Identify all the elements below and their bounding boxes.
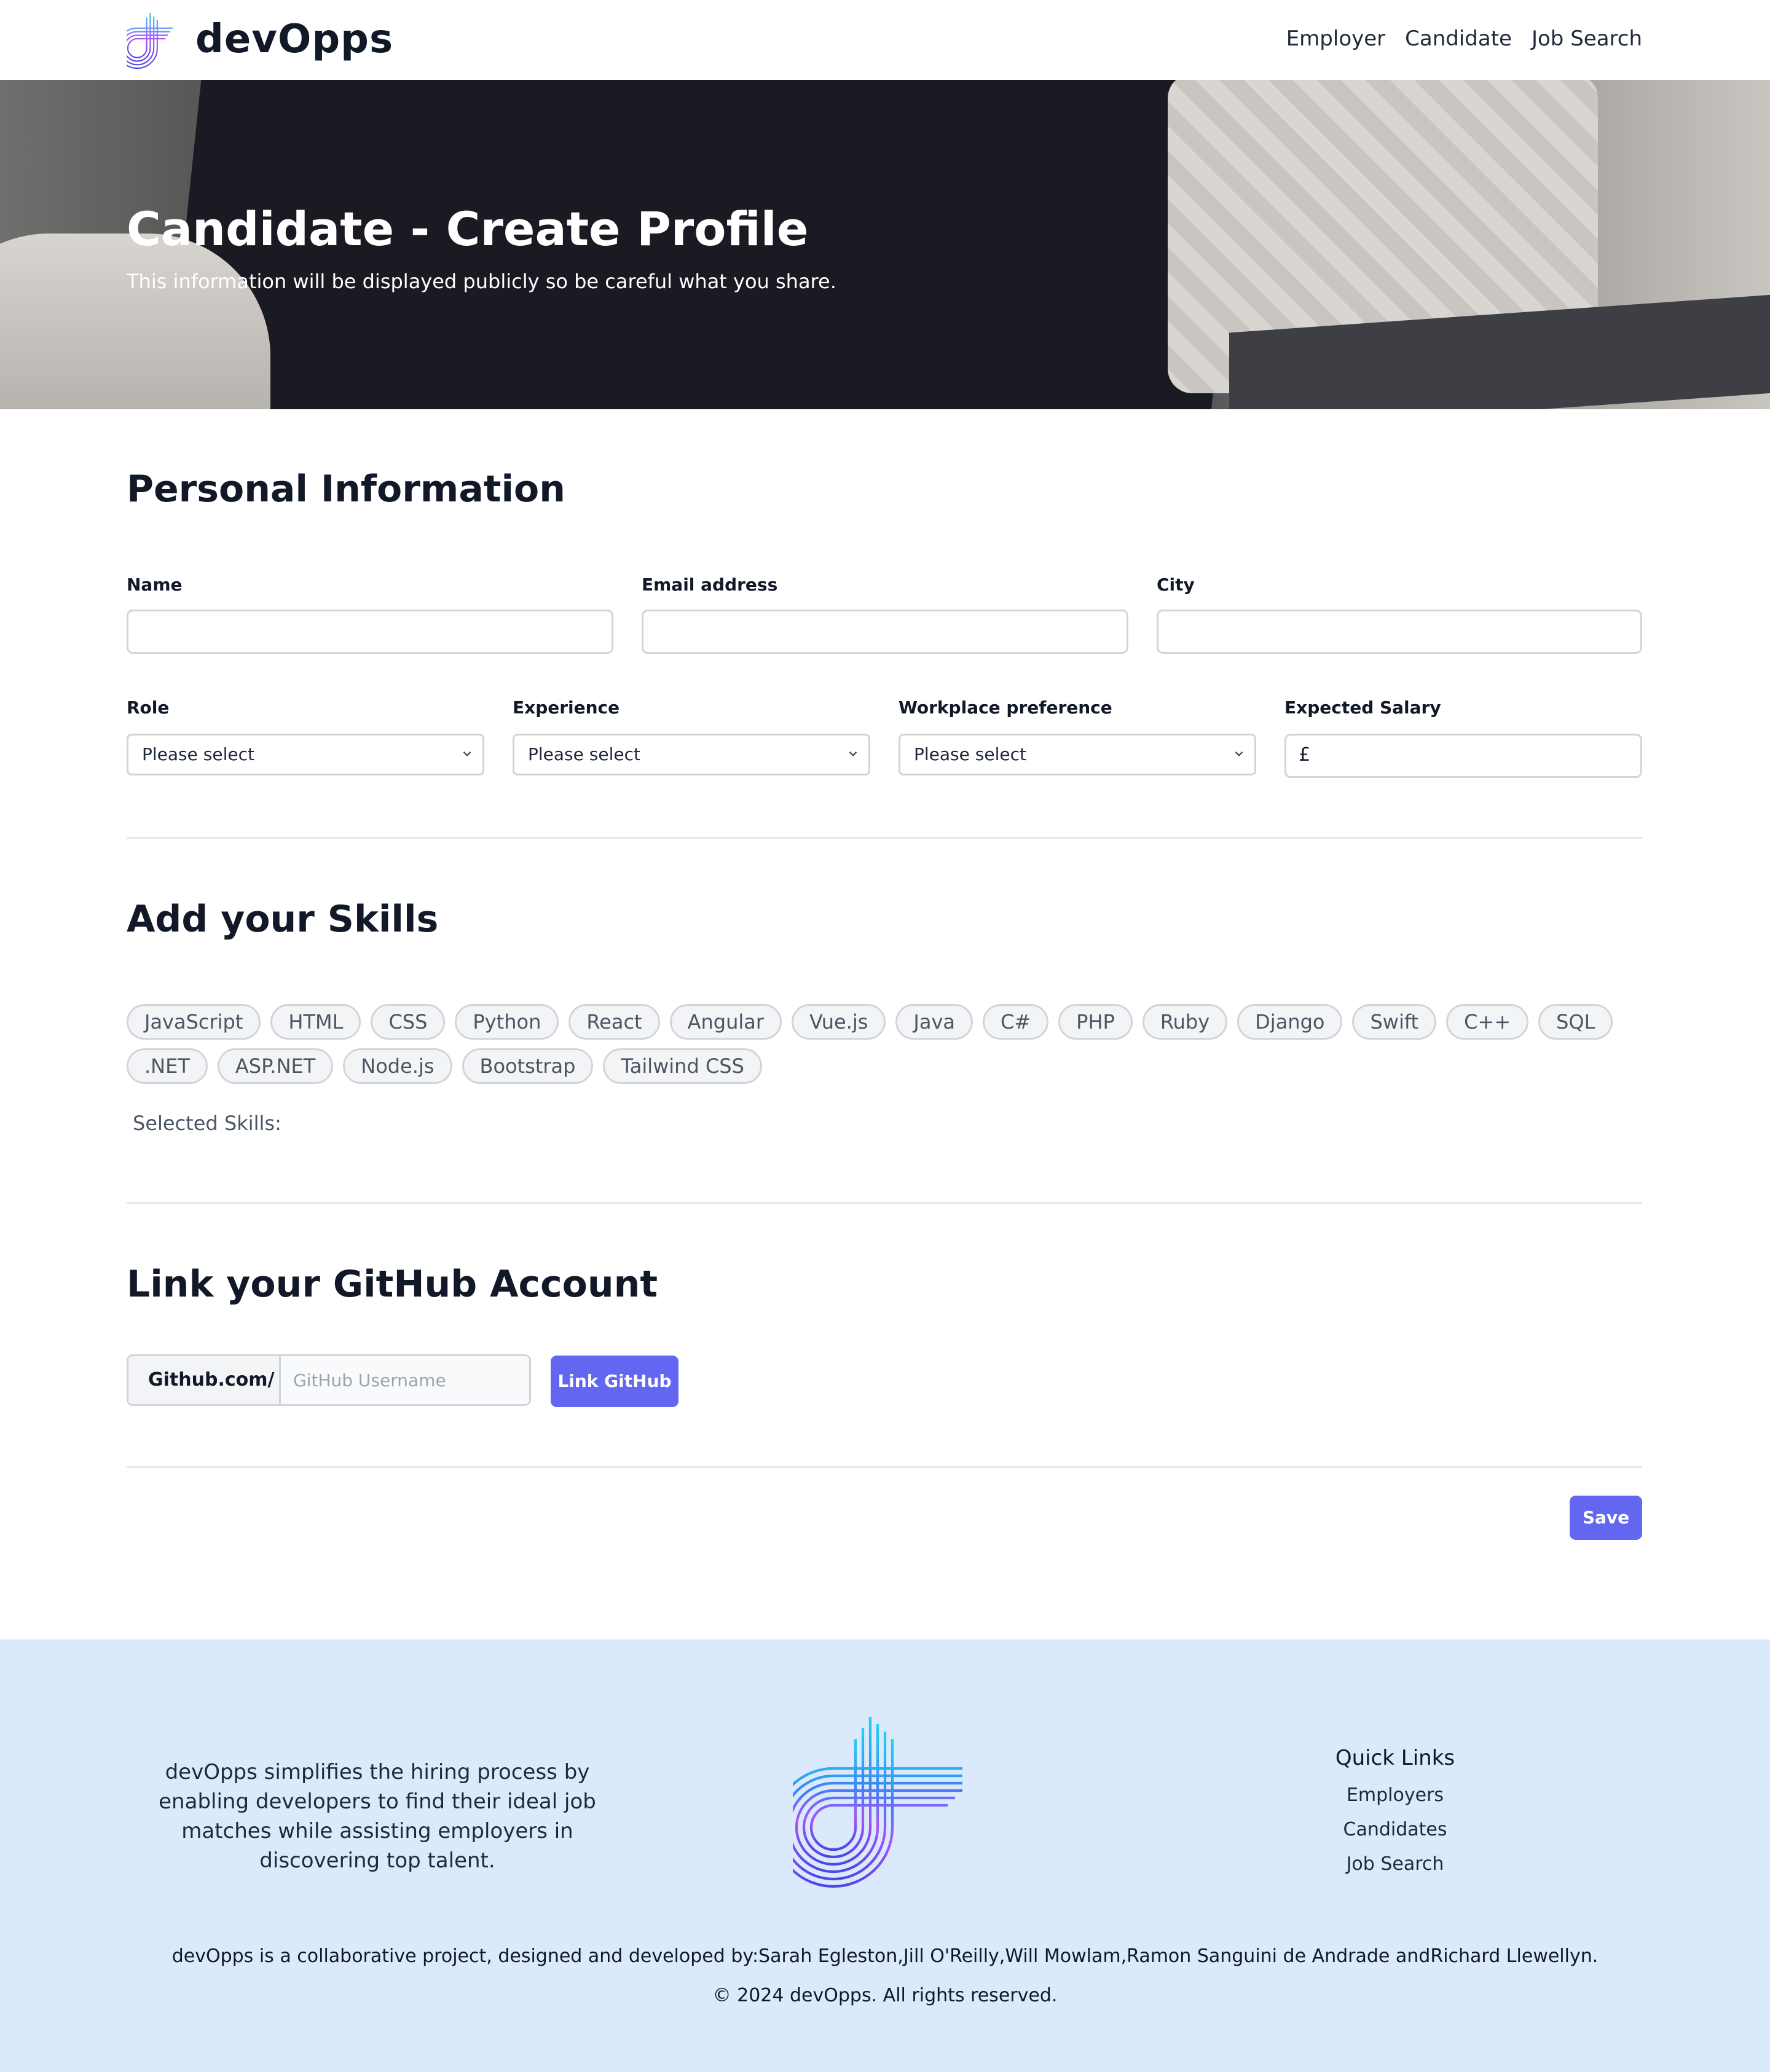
quick-links-title: Quick Links	[1335, 1746, 1455, 1770]
footer-credits: devOpps is a collaborative project, desi…	[171, 1945, 1599, 1967]
site-footer: devOpps simplifies the hiring process by…	[0, 1639, 1770, 2072]
currency-prefix: £	[1299, 744, 1311, 766]
salary-field[interactable]: £	[1284, 734, 1642, 778]
experience-label: Experience	[513, 697, 620, 718]
skill-chip[interactable]: Angular	[669, 1004, 782, 1040]
footer-link-employers[interactable]: Employers	[1291, 1778, 1500, 1813]
page-subtitle: This information will be displayed publi…	[127, 270, 836, 293]
selected-skills-label: Selected Skills:	[133, 1112, 281, 1135]
skill-chip[interactable]: ASP.NET	[217, 1048, 334, 1084]
skill-chip[interactable]: PHP	[1058, 1004, 1133, 1040]
experience-select-value: Please select	[528, 744, 640, 764]
experience-select[interactable]: Please select	[513, 734, 870, 775]
chevron-down-icon	[849, 751, 857, 756]
skill-chip[interactable]: C#	[983, 1004, 1049, 1040]
save-button[interactable]: Save	[1570, 1496, 1642, 1540]
workplace-label: Workplace preference	[899, 697, 1112, 718]
footer-link-candidates[interactable]: Candidates	[1291, 1813, 1500, 1847]
section-divider	[127, 1202, 1642, 1204]
chevron-down-icon	[1235, 751, 1243, 756]
skill-chip[interactable]: JavaScript	[127, 1004, 261, 1040]
name-field[interactable]	[127, 610, 613, 654]
nav-candidate[interactable]: Candidate	[1405, 23, 1512, 54]
skill-chip[interactable]: HTML	[270, 1004, 361, 1040]
github-username-input[interactable]	[281, 1356, 529, 1404]
skill-chip[interactable]: Python	[455, 1004, 559, 1040]
skill-chip[interactable]: Tailwind CSS	[603, 1048, 762, 1084]
role-select[interactable]: Please select	[127, 734, 484, 775]
role-label: Role	[127, 697, 170, 718]
chevron-down-icon	[463, 751, 471, 756]
role-select-value: Please select	[142, 744, 254, 764]
salary-label: Expected Salary	[1284, 697, 1441, 718]
brand-name[interactable]: devOpps	[195, 15, 393, 64]
workplace-select-value: Please select	[914, 744, 1026, 764]
skill-chip[interactable]: Node.js	[343, 1048, 452, 1084]
brand-logo-icon[interactable]	[127, 10, 186, 70]
nav-employer[interactable]: Employer	[1286, 23, 1385, 54]
skills-heading: Add your Skills	[127, 898, 439, 941]
link-github-button[interactable]: Link GitHub	[551, 1356, 678, 1407]
skill-chip[interactable]: Bootstrap	[462, 1048, 594, 1084]
name-label: Name	[127, 575, 183, 595]
skill-chip[interactable]: C++	[1446, 1004, 1529, 1040]
hero-banner: Candidate - Create Profile This informat…	[0, 80, 1770, 409]
github-prefix: Github.com/	[128, 1356, 281, 1404]
skill-chip[interactable]: Swift	[1352, 1004, 1437, 1040]
email-field[interactable]	[642, 610, 1128, 654]
skill-chip[interactable]: Java	[895, 1004, 974, 1040]
skills-list: JavaScript HTML CSS Python React Angular…	[127, 1004, 1642, 1084]
nav-job-search[interactable]: Job Search	[1532, 23, 1642, 54]
skill-chip[interactable]: .NET	[127, 1048, 208, 1084]
page-title: Candidate - Create Profile	[127, 202, 809, 256]
skill-chip[interactable]: CSS	[371, 1004, 446, 1040]
quick-links: Quick Links Employers Candidates Job Sea…	[1291, 1743, 1500, 1882]
brand-logo-icon	[793, 1717, 962, 1888]
skill-chip[interactable]: Ruby	[1142, 1004, 1228, 1040]
email-label: Email address	[642, 575, 778, 595]
site-header: devOpps Employer Candidate Job Search	[0, 0, 1770, 80]
city-field[interactable]	[1157, 610, 1642, 654]
footer-copyright: © 2024 devOpps. All rights reserved.	[712, 1985, 1058, 2006]
main-nav: Employer Candidate Job Search	[1286, 23, 1642, 54]
github-heading: Link your GitHub Account	[127, 1263, 658, 1306]
skill-chip[interactable]: Vue.js	[792, 1004, 886, 1040]
footer-about-text: devOpps simplifies the hiring process by…	[159, 1760, 596, 1873]
city-label: City	[1157, 575, 1195, 595]
skill-chip[interactable]: Django	[1237, 1004, 1343, 1040]
section-divider	[127, 837, 1642, 839]
workplace-select[interactable]: Please select	[899, 734, 1256, 775]
footer-link-job-search[interactable]: Job Search	[1291, 1847, 1500, 1882]
github-input-group: Github.com/	[127, 1354, 531, 1406]
personal-info-heading: Personal Information	[127, 468, 565, 511]
skill-chip[interactable]: React	[568, 1004, 660, 1040]
section-divider	[127, 1466, 1642, 1468]
skill-chip[interactable]: SQL	[1538, 1004, 1613, 1040]
